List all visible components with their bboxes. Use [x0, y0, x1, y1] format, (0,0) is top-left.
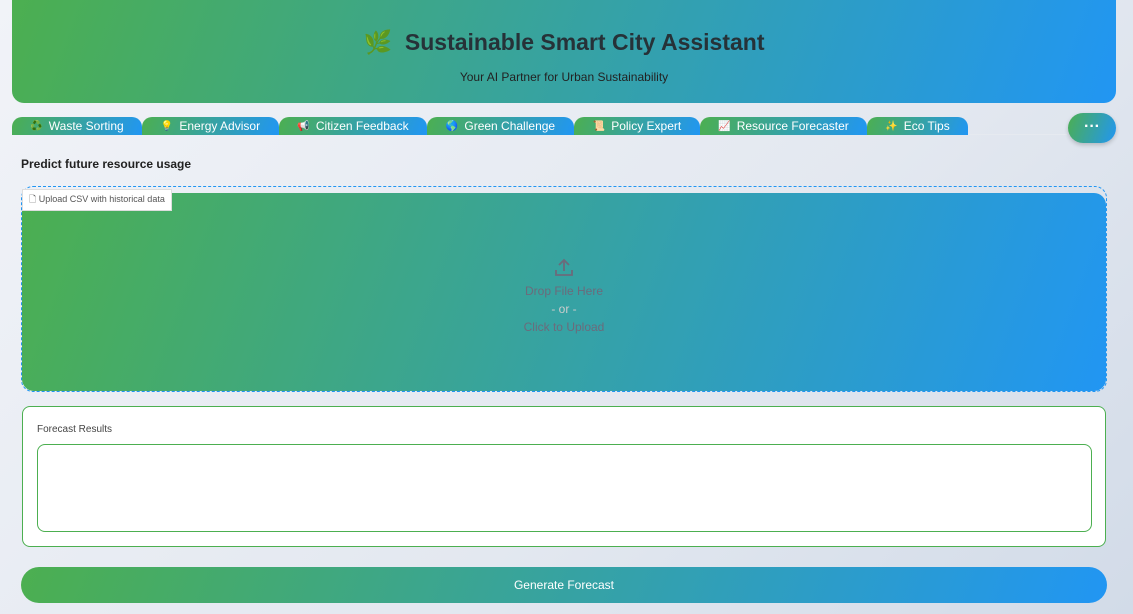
- app-subtitle: Your AI Partner for Urban Sustainability: [459, 70, 669, 84]
- forecast-results-output[interactable]: [37, 444, 1092, 532]
- app-title: 🌿 Sustainable Smart City Assistant: [12, 29, 1116, 56]
- app-header: 🌿 Sustainable Smart City Assistant Your …: [12, 0, 1116, 103]
- recycle-icon: ♻️: [30, 120, 43, 132]
- upload-area[interactable]: Drop File Here - or - Click to Upload: [22, 193, 1106, 391]
- scroll-icon: 📜: [592, 120, 606, 132]
- section-title: Predict future resource usage: [21, 157, 192, 171]
- tab-citizen-feedback[interactable]: 📢 Citizen Feedback: [279, 117, 427, 135]
- megaphone-icon: 📢: [297, 120, 310, 132]
- tab-label: Green Challenge: [464, 119, 556, 133]
- tab-label: Citizen Feedback: [315, 119, 409, 133]
- lightbulb-icon: 💡: [160, 120, 174, 132]
- forecast-results-panel: Forecast Results: [22, 406, 1106, 547]
- drop-file-text: Drop File Here: [524, 284, 604, 298]
- forecast-results-label: Forecast Results: [37, 424, 113, 435]
- upload-label-text: Upload CSV with historical data: [38, 194, 165, 204]
- upload-icon: [22, 257, 1106, 282]
- leaf-icon: 🌿: [363, 29, 393, 55]
- tab-label: Resource Forecaster: [736, 119, 849, 133]
- more-tabs-button[interactable]: ···: [1068, 113, 1116, 143]
- file-upload-dropzone[interactable]: 🗋 Upload CSV with historical data Drop F…: [21, 186, 1107, 392]
- generate-forecast-button[interactable]: Generate Forecast: [21, 567, 1107, 603]
- tab-label: Waste Sorting: [48, 119, 124, 133]
- tab-policy-expert[interactable]: 📜 Policy Expert: [574, 117, 700, 135]
- sparkles-icon: ✨: [885, 120, 898, 132]
- tab-eco-tips[interactable]: ✨ Eco Tips: [867, 117, 968, 135]
- tab-energy-advisor[interactable]: 💡 Energy Advisor: [142, 117, 279, 135]
- tab-resource-forecaster[interactable]: 📈 Resource Forecaster: [700, 117, 867, 135]
- title-text: Sustainable Smart City Assistant: [404, 29, 765, 55]
- upload-label: 🗋 Upload CSV with historical data: [22, 189, 172, 211]
- tab-waste-sorting[interactable]: ♻️ Waste Sorting: [12, 117, 142, 135]
- tab-label: Eco Tips: [903, 119, 950, 133]
- tab-label: Policy Expert: [611, 119, 682, 133]
- click-upload-text: Click to Upload: [523, 320, 605, 334]
- chart-icon: 📈: [718, 120, 731, 132]
- file-icon: 🗋: [29, 194, 37, 204]
- or-text: - or -: [551, 302, 577, 316]
- tab-label: Energy Advisor: [179, 119, 261, 133]
- tab-green-challenge[interactable]: 🌎 Green Challenge: [427, 117, 574, 135]
- tab-bar: ♻️ Waste Sorting 💡 Energy Advisor 📢 Citizen…: [12, 117, 1067, 135]
- globe-icon: 🌎: [445, 120, 459, 132]
